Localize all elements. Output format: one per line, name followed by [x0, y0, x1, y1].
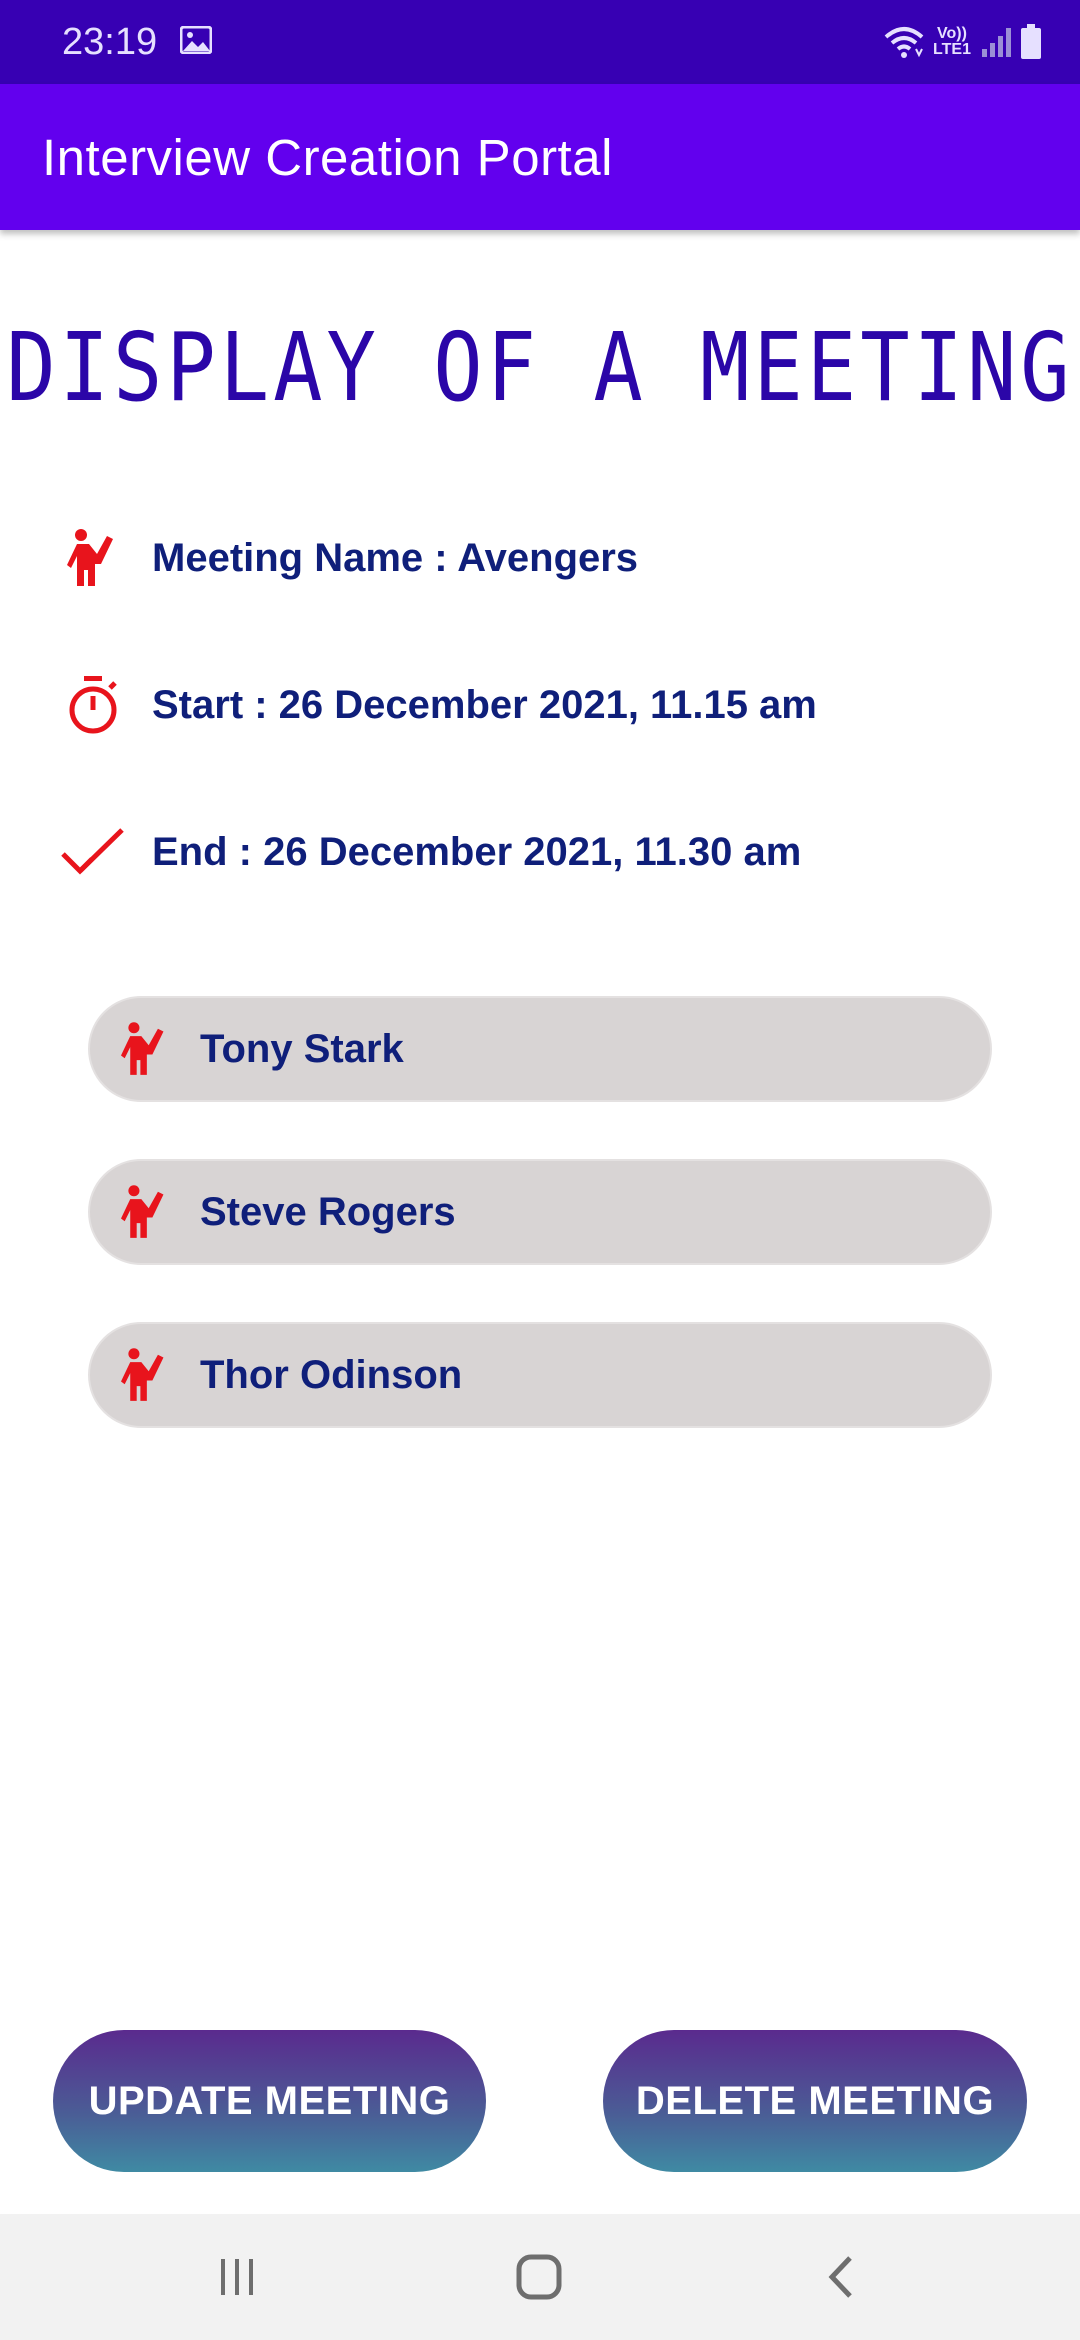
participant-item[interactable]: Tony Stark: [88, 996, 992, 1102]
battery-icon: [1021, 24, 1041, 59]
participant-name: Steve Rogers: [200, 1189, 456, 1234]
meeting-end-row: End : 26 December 2021, 11.30 am: [60, 812, 801, 892]
person-waving-icon: [60, 525, 126, 591]
app-bar: Interview Creation Portal: [0, 84, 1080, 230]
person-waving-icon: [118, 1019, 172, 1079]
navigation-bar: [0, 2214, 1080, 2340]
person-waving-icon: [118, 1345, 172, 1405]
status-bar: 23:19 Vo)) LTE1: [0, 0, 1080, 84]
recents-icon[interactable]: [202, 2244, 272, 2310]
delete-meeting-button[interactable]: DELETE MEETING: [603, 2030, 1027, 2172]
meeting-name-text: Meeting Name : Avengers: [152, 535, 639, 580]
lte-label: LTE1: [933, 41, 971, 58]
gallery-notification-icon: [180, 26, 212, 54]
status-icons: Vo)) LTE1: [884, 20, 1042, 64]
check-icon: [60, 819, 126, 885]
home-icon[interactable]: [504, 2244, 574, 2310]
wifi-icon: [884, 27, 924, 58]
app-title: Interview Creation Portal: [42, 129, 613, 186]
volte-label: Vo)): [937, 25, 967, 42]
status-time: 23:19: [62, 21, 158, 63]
participant-name: Tony Stark: [200, 1026, 404, 1071]
timer-icon: [60, 672, 126, 738]
page-heading: DISPLAY OF A MEETING: [6, 313, 1074, 424]
meeting-start-text: Start : 26 December 2021, 11.15 am: [152, 682, 817, 727]
participant-item[interactable]: Thor Odinson: [88, 1322, 992, 1428]
volte-indicator: Vo)) LTE1: [930, 26, 974, 58]
meeting-name-row: Meeting Name : Avengers: [60, 518, 638, 598]
screen: 23:19 Vo)) LTE1 Interview Creation Porta…: [0, 0, 1080, 2340]
meeting-start-row: Start : 26 December 2021, 11.15 am: [60, 665, 817, 745]
participant-item[interactable]: Steve Rogers: [88, 1159, 992, 1265]
person-waving-icon: [118, 1182, 172, 1242]
participant-name: Thor Odinson: [200, 1352, 463, 1397]
meeting-end-text: End : 26 December 2021, 11.30 am: [152, 829, 802, 874]
update-meeting-button[interactable]: UPDATE MEETING: [53, 2030, 486, 2172]
signal-icon: [982, 28, 1011, 57]
back-icon[interactable]: [806, 2244, 876, 2310]
